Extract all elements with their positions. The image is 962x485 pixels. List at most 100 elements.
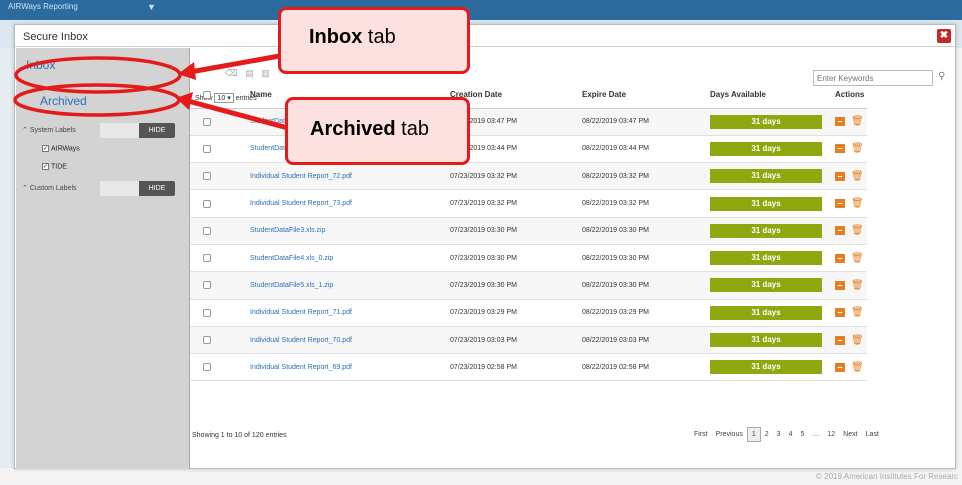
row-checkbox[interactable] [203,172,211,181]
page-link[interactable]: 2 [761,428,773,441]
days-available-badge: 31 days [710,333,822,348]
copyright-footer: © 2019 American Institutes For Researc [816,472,958,481]
trash-icon[interactable]: 🗑 [851,144,864,154]
system-labels-hide-button[interactable]: HIDE [139,123,175,138]
trash-icon[interactable]: 🗑 [851,117,864,127]
archive-toolbar-icon[interactable]: ▤ [244,69,255,78]
custom-labels-hide-button[interactable]: HIDE [139,181,175,196]
table-row: StudentDataFile3.xls.zip 07/23/2019 03:30… [190,217,867,245]
trash-icon[interactable]: 🗑 [851,362,864,372]
mark-unread-icon[interactable]: ⌫ [225,69,238,78]
row-checkbox[interactable] [203,254,211,263]
creation-date-cell: 07/23/2019 02:58 PM [450,353,582,382]
app-left-rail [0,48,15,468]
trash-icon[interactable]: 🗑 [851,335,864,345]
page-link[interactable]: Next [839,428,861,441]
days-available-badge: 31 days [710,278,822,293]
system-labels-label: System Labels [29,127,76,134]
days-available-badge: 31 days [710,169,822,184]
archive-icon[interactable] [835,226,845,236]
archive-icon[interactable] [835,253,845,263]
page-link[interactable]: Last [862,428,883,441]
archive-icon[interactable] [835,308,845,318]
archive-icon[interactable] [835,144,845,154]
pagination: First Previous 1 2 3 4 5… 12 Next Last [690,427,883,442]
search-icon[interactable]: ⚲ [938,71,945,82]
label-checkbox-tide[interactable]: ✓ TIDE [42,163,67,170]
expire-date-cell: 08/22/2019 03:30 PM [582,271,710,300]
trash-icon[interactable]: 🗑 [851,199,864,209]
file-link[interactable]: Individual Student Report_73.pdf [250,200,352,207]
checkbox-icon[interactable]: ✓ [42,163,49,170]
file-link[interactable]: Individual Student Report_71.pdf [250,309,352,316]
archive-icon[interactable] [835,280,845,290]
row-checkbox[interactable] [203,281,211,290]
trash-icon[interactable]: 🗑 [851,253,864,263]
page-link[interactable]: 1 [746,427,761,442]
expire-date-cell: 08/22/2019 03:32 PM [582,162,710,191]
expire-date-cell: 08/22/2019 02:58 PM [582,353,710,382]
tab-archived[interactable]: Archived [40,94,87,108]
table-row: StudentDataFile4.xls_0.zip 07/23/2019 03:… [190,244,867,273]
trash-icon[interactable]: 🗑 [851,171,864,181]
creation-date-cell: 07/23/2019 03:32 PM [450,162,582,191]
app-menu-caret-icon[interactable]: ▼ [147,2,156,12]
row-checkbox[interactable] [203,199,211,208]
row-checkbox[interactable] [203,117,211,126]
custom-labels-heading[interactable]: ⌃ Custom Labels [22,184,77,192]
system-labels-heading[interactable]: ⌃ System Labels [22,126,76,134]
tab-inbox[interactable]: Inbox [26,58,55,72]
row-checkbox[interactable] [203,144,211,153]
table-row: Individual Student Report_71.pdf 07/23/20… [190,299,867,327]
archive-icon[interactable] [835,362,845,372]
expire-date-cell: 08/22/2019 03:47 PM [582,108,710,136]
creation-date-cell: 07/23/2019 03:30 PM [450,244,582,273]
row-checkbox[interactable] [203,308,211,317]
file-link[interactable]: StudentDataFile5.xls_1.zip [250,282,333,289]
checkbox-icon[interactable]: ✓ [42,145,49,152]
select-all-checkbox[interactable] [203,91,211,100]
table-row: Individual Student Report_72.pdf 07/23/20… [190,162,867,191]
trash-icon[interactable]: 🗑 [851,226,864,236]
file-link[interactable]: Individual Student Report_72.pdf [250,173,352,180]
days-available-badge: 31 days [710,360,822,375]
custom-labels-label: Custom Labels [29,185,77,192]
modal-title: Secure Inbox [23,31,88,43]
trash-icon[interactable]: 🗑 [851,280,864,290]
archive-icon[interactable] [835,199,845,209]
archived-callout: Archived tab [285,97,470,165]
row-checkbox[interactable] [203,363,211,372]
expire-date-cell: 08/22/2019 03:30 PM [582,217,710,245]
table-row: StudentDataFile5.xls_1.zip 07/23/2019 03:… [190,271,867,300]
file-link[interactable]: StudentDataFile4.xls_0.zip [250,255,333,262]
archive-icon[interactable] [835,171,845,181]
trash-icon[interactable]: 🗑 [851,308,864,318]
custom-labels-toggle[interactable]: HIDE [100,181,175,196]
page-link[interactable]: 5 [796,428,808,441]
creation-date-cell: 07/23/2019 03:29 PM [450,299,582,327]
header-days-available[interactable]: Days Available [710,82,835,109]
page-link[interactable]: 3 [773,428,785,441]
creation-date-cell: 07/23/2019 03:30 PM [450,217,582,245]
expire-date-cell: 08/22/2019 03:30 PM [582,244,710,273]
close-icon[interactable]: ✖ [937,29,951,43]
system-labels-toggle[interactable]: HIDE [100,123,175,138]
delete-toolbar-icon[interactable]: ▥ [260,69,271,78]
file-link[interactable]: StudentDataFile3.xls.zip [250,227,325,234]
days-available-badge: 31 days [710,141,822,156]
archive-icon[interactable] [835,117,845,127]
page-link[interactable]: First [690,428,712,441]
file-link[interactable]: Individual Student Report_70.pdf [250,337,352,344]
label-checkbox-airways[interactable]: ✓ AIRWays [42,145,80,152]
archive-icon[interactable] [835,335,845,345]
page-link[interactable]: 4 [785,428,797,441]
creation-date-cell: 07/23/2019 03:32 PM [450,189,582,218]
page-link[interactable]: 12 [823,428,839,441]
page-link[interactable]: Previous [712,428,747,441]
table-row: Individual Student Report_69.pdf 07/23/20… [190,353,867,382]
file-link[interactable]: Individual Student Report_69.pdf [250,364,352,371]
row-checkbox[interactable] [203,226,211,235]
header-expire-date[interactable]: Expire Date [582,82,710,109]
row-checkbox[interactable] [203,336,211,345]
creation-date-cell: 07/23/2019 03:03 PM [450,326,582,355]
